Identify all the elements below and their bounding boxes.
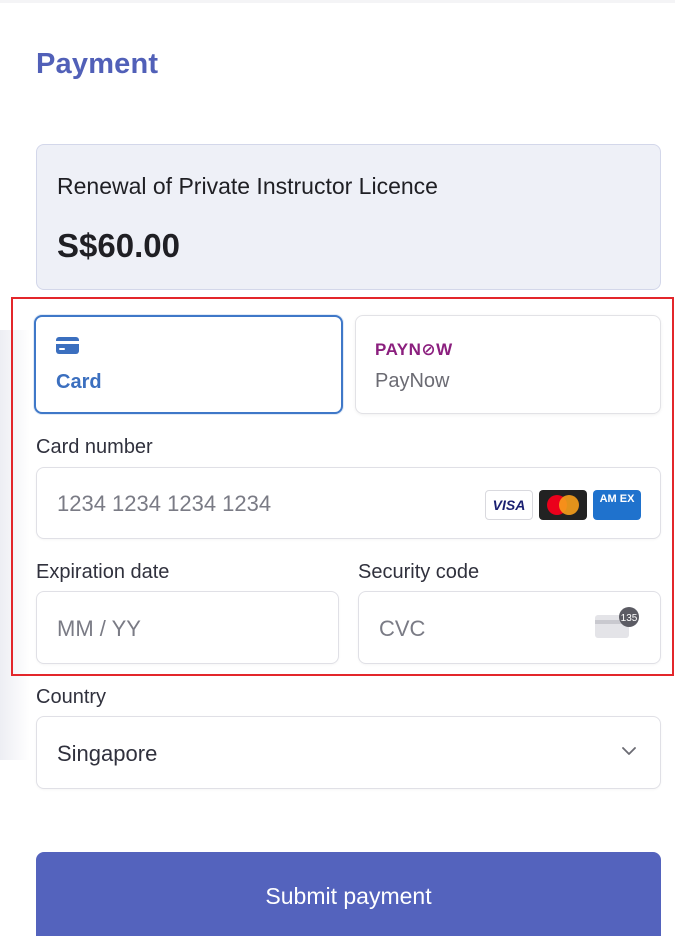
country-value: Singapore bbox=[57, 741, 158, 766]
summary-description: Renewal of Private Instructor Licence bbox=[57, 173, 438, 199]
tab-paynow[interactable]: PAYN⊘W PayNow bbox=[355, 315, 661, 414]
paynow-logo: PAYN⊘W bbox=[375, 340, 453, 359]
order-summary: Renewal of Private Instructor Licence S$… bbox=[36, 144, 661, 290]
mastercard-icon bbox=[539, 490, 587, 520]
amex-icon: AM EX bbox=[593, 490, 641, 520]
expiration-placeholder: MM / YY bbox=[57, 616, 141, 641]
submit-payment-button[interactable]: Submit payment bbox=[36, 852, 661, 936]
security-code-input[interactable]: CVC 135 bbox=[358, 591, 661, 664]
top-divider bbox=[0, 0, 675, 3]
cvc-card-icon: 135 bbox=[595, 607, 639, 638]
card-number-input[interactable]: 1234 1234 1234 1234 VISA AM EX bbox=[36, 467, 661, 539]
security-code-placeholder: CVC bbox=[379, 616, 426, 641]
payment-page: Payment Renewal of Private Instructor Li… bbox=[0, 0, 675, 936]
card-number-label: Card number bbox=[36, 436, 153, 458]
chevron-down-icon bbox=[622, 747, 636, 755]
country-select[interactable]: Singapore bbox=[36, 716, 661, 789]
tab-card[interactable]: Card bbox=[34, 315, 343, 414]
expiration-label: Expiration date bbox=[36, 561, 170, 583]
card-number-placeholder: 1234 1234 1234 1234 bbox=[57, 491, 272, 516]
credit-card-icon bbox=[56, 337, 79, 354]
tab-paynow-label: PayNow bbox=[375, 370, 450, 392]
tab-card-label: Card bbox=[56, 371, 102, 393]
expiration-input[interactable]: MM / YY bbox=[36, 591, 339, 664]
country-label: Country bbox=[36, 686, 107, 708]
visa-icon: VISA bbox=[485, 490, 533, 520]
summary-amount: S$60.00 bbox=[57, 227, 180, 264]
page-title: Payment bbox=[36, 48, 159, 80]
cvc-badge-text: 135 bbox=[621, 613, 638, 624]
security-code-label: Security code bbox=[358, 561, 480, 583]
